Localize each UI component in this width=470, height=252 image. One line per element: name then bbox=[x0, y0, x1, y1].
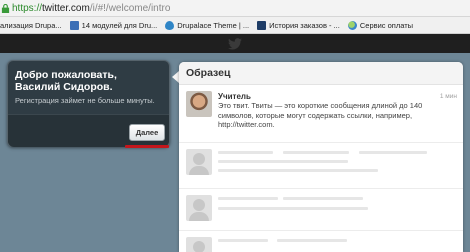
sample-header: Образец bbox=[179, 62, 463, 85]
bookmark-item[interactable]: Сервис оплаты bbox=[347, 20, 414, 30]
placeholder-line bbox=[218, 239, 268, 242]
avatar bbox=[186, 91, 212, 117]
pointer-arrow bbox=[172, 71, 179, 83]
bookmark-label: История заказов - ... bbox=[269, 20, 340, 30]
lock-icon bbox=[1, 3, 10, 13]
placeholder-line bbox=[283, 151, 349, 154]
placeholder-line bbox=[283, 197, 363, 200]
avatar-placeholder bbox=[186, 149, 212, 175]
next-highlight bbox=[125, 145, 169, 148]
placeholder-tweet bbox=[179, 231, 463, 252]
sample-panel: Образец Учитель 1 мин Это твит. Твиты — … bbox=[179, 62, 463, 252]
bookmark-label: ализация Drupa... bbox=[0, 20, 62, 30]
sample-title: Образец bbox=[186, 67, 231, 79]
tweet-time: 1 мин bbox=[439, 93, 457, 100]
welcome-subtitle: Регистрация займет не больше минуты. bbox=[15, 96, 155, 105]
placeholder-line bbox=[277, 239, 347, 242]
twitter-bird-icon[interactable] bbox=[228, 37, 242, 50]
placeholder-line bbox=[218, 151, 273, 154]
bookmark-item[interactable]: Drupalace Theme | ... bbox=[165, 20, 250, 30]
bookmark-label: Сервис оплаты bbox=[359, 20, 414, 30]
next-button[interactable]: Далее bbox=[129, 124, 165, 141]
placeholder-tweet bbox=[179, 189, 463, 231]
avatar-placeholder bbox=[186, 237, 212, 252]
drupal-icon bbox=[165, 20, 175, 30]
url-path: /i/#!/welcome/intro bbox=[89, 2, 171, 14]
page-icon bbox=[69, 20, 79, 30]
bookmark-label: 14 модулей для Dru... bbox=[81, 20, 158, 30]
placeholder-line bbox=[218, 160, 348, 163]
bookmark-item[interactable]: ализация Drupa... bbox=[0, 21, 62, 30]
tweet-text: Это твит. Твиты — это короткие сообщения… bbox=[218, 101, 423, 129]
placeholder-line bbox=[218, 207, 368, 210]
placeholder-line bbox=[218, 169, 378, 172]
tweet-author[interactable]: Учитель bbox=[218, 92, 251, 101]
twitter-topbar bbox=[0, 34, 470, 53]
avatar-placeholder bbox=[186, 195, 212, 221]
url-text: https://twitter.com/i/#!/welcome/intro bbox=[12, 3, 170, 14]
page-icon bbox=[257, 20, 267, 30]
bookmark-label: Drupalace Theme | ... bbox=[177, 20, 250, 30]
tweet-item[interactable]: Учитель 1 мин Это твит. Твиты — это коро… bbox=[179, 85, 463, 143]
placeholder-tweet bbox=[179, 143, 463, 189]
bookmarks-bar: ализация Drupa... 14 модулей для Dru... … bbox=[0, 17, 470, 34]
url-host: twitter.com bbox=[42, 2, 90, 14]
bookmark-item[interactable]: 14 модулей для Dru... bbox=[69, 20, 158, 30]
url-scheme: https:// bbox=[12, 2, 43, 14]
placeholder-line bbox=[359, 151, 427, 154]
bookmark-item[interactable]: История заказов - ... bbox=[257, 20, 340, 30]
address-bar[interactable]: https://twitter.com/i/#!/welcome/intro bbox=[0, 0, 470, 17]
globe-icon bbox=[347, 20, 357, 30]
welcome-title: Добро пожаловать, Василий Сидоров. bbox=[15, 69, 117, 93]
placeholder-line bbox=[218, 197, 278, 200]
